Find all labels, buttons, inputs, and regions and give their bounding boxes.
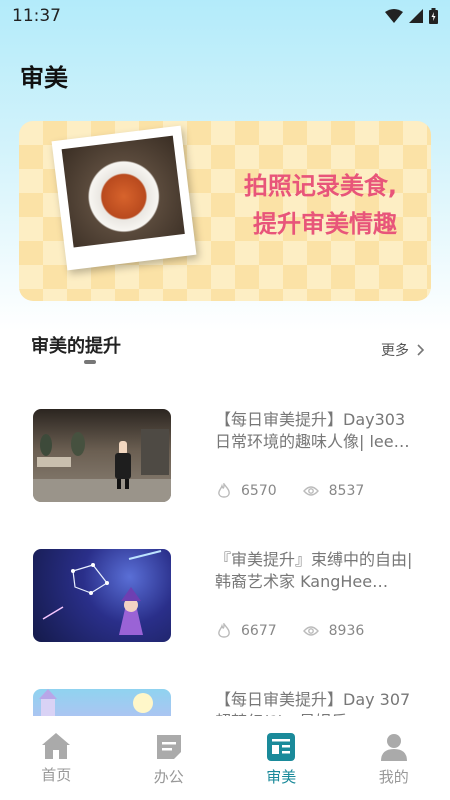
- banner-line-2: 提升审美情趣: [253, 210, 397, 238]
- article-card[interactable]: 『审美提升』束缚中的自由| 韩裔艺术家 KangHee… 6677 8936: [33, 549, 423, 644]
- article-card[interactable]: 【每日审美提升】Day303 日常环境的趣味人像| lee… 6570 8537: [33, 409, 423, 504]
- tab-office-label: 办公: [153, 768, 184, 786]
- likes-stat: 6570: [217, 483, 277, 499]
- battery-icon: [429, 8, 438, 24]
- signal-icon: [409, 9, 423, 23]
- tab-office[interactable]: 办公: [113, 716, 226, 800]
- views-count: 8936: [328, 623, 365, 639]
- section-title: 审美的提升: [31, 336, 121, 357]
- status-bar: 11:37: [0, 0, 450, 32]
- more-label: 更多: [381, 343, 409, 359]
- likes-stat: 6677: [217, 623, 277, 639]
- banner-line-1: 拍照记录美食,: [243, 172, 397, 200]
- food-photo-frame: [51, 125, 197, 271]
- promo-banner[interactable]: 拍照记录美食, 提升审美情趣: [19, 121, 431, 301]
- status-time: 11:37: [12, 6, 61, 26]
- article-thumbnail: [33, 549, 171, 642]
- article-title: 『审美提升』束缚中的自由| 韩裔艺术家 KangHee…: [215, 550, 413, 591]
- tab-home-label: 首页: [41, 766, 72, 784]
- office-icon: [156, 735, 181, 759]
- article-title: 【每日审美提升】Day303 日常环境的趣味人像| lee…: [215, 410, 410, 451]
- bottom-tab-bar: 首页 办公 审美 我的: [0, 716, 450, 800]
- eye-icon: [302, 626, 319, 636]
- eye-icon: [302, 486, 319, 496]
- views-stat: 8936: [302, 623, 365, 639]
- page-title: 审美: [20, 64, 68, 92]
- likes-count: 6570: [241, 483, 277, 499]
- aesthetic-icon: [267, 733, 296, 761]
- likes-count: 6677: [241, 623, 277, 639]
- status-icons: [385, 8, 438, 24]
- flame-icon: [218, 483, 230, 498]
- article-stats: 6677 8936: [217, 623, 390, 639]
- tab-profile-label: 我的: [378, 768, 409, 786]
- tab-aesthetic[interactable]: 审美: [225, 716, 338, 800]
- flame-icon: [218, 623, 230, 638]
- wifi-icon: [385, 9, 403, 23]
- tab-aesthetic-label: 审美: [266, 768, 297, 786]
- views-stat: 8537: [302, 483, 365, 499]
- article-stats: 6570 8537: [217, 483, 390, 499]
- home-icon: [42, 733, 71, 759]
- banner-slogan: 拍照记录美食, 提升审美情趣: [244, 167, 397, 243]
- profile-icon: [380, 734, 407, 761]
- views-count: 8537: [328, 483, 365, 499]
- tab-home[interactable]: 首页: [0, 716, 113, 800]
- chevron-right-icon: [417, 344, 425, 356]
- tab-profile[interactable]: 我的: [338, 716, 450, 800]
- more-link[interactable]: 更多: [381, 340, 425, 360]
- section-title-indicator: [84, 360, 96, 364]
- article-thumbnail: [33, 409, 171, 502]
- food-photo: [61, 135, 185, 248]
